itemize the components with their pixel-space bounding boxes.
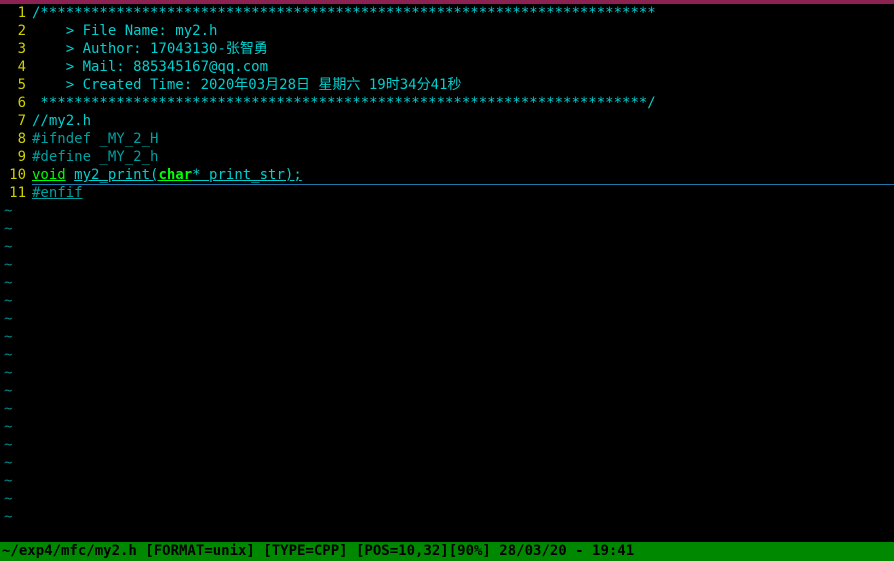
code-token: //my2.h: [32, 113, 91, 129]
code-line[interactable]: 1/**************************************…: [0, 4, 894, 22]
empty-line-tilde: ~: [0, 238, 894, 256]
empty-line-tilde: ~: [0, 472, 894, 490]
code-content[interactable]: #enfif: [32, 184, 894, 202]
empty-line-tilde: ~: [0, 400, 894, 418]
line-number: 11: [0, 184, 32, 202]
code-line[interactable]: 8#ifndef _MY_2_H: [0, 130, 894, 148]
code-token: > Created Time: 2020年03月28日 星期六 19时34分41…: [32, 77, 461, 93]
line-number: 2: [0, 22, 32, 40]
code-token: [66, 167, 74, 183]
empty-line-tilde: ~: [0, 328, 894, 346]
code-token: #ifndef _MY_2_H: [32, 131, 158, 147]
status-line: ~/exp4/mfc/my2.h [FORMAT=unix] [TYPE=CPP…: [0, 542, 894, 561]
empty-line-tilde: ~: [0, 418, 894, 436]
code-token: * print_str);: [192, 167, 302, 183]
code-line[interactable]: 6 **************************************…: [0, 94, 894, 112]
code-line[interactable]: 4 > Mail: 885345167@qq.com: [0, 58, 894, 76]
code-token: #define _MY_2_h: [32, 149, 158, 165]
code-content[interactable]: > Mail: 885345167@qq.com: [32, 58, 894, 76]
empty-line-tilde: ~: [0, 256, 894, 274]
line-number: 9: [0, 148, 32, 166]
code-content[interactable]: //my2.h: [32, 112, 894, 130]
code-token: my2_print(: [74, 167, 158, 183]
line-number: 1: [0, 4, 32, 22]
empty-line-tilde: ~: [0, 364, 894, 382]
empty-line-tilde: ~: [0, 382, 894, 400]
vim-editor[interactable]: 1/**************************************…: [0, 4, 894, 561]
code-token: > Mail: 885345167@qq.com: [32, 59, 276, 75]
code-token: void: [32, 167, 66, 183]
code-content[interactable]: #define _MY_2_h: [32, 148, 894, 166]
line-number: 10: [0, 166, 32, 184]
empty-line-tilde: ~: [0, 292, 894, 310]
line-number: 6: [0, 94, 32, 112]
empty-line-tilde: ~: [0, 490, 894, 508]
code-content[interactable]: #ifndef _MY_2_H: [32, 130, 894, 148]
line-number: 3: [0, 40, 32, 58]
empty-line-tilde: ~: [0, 274, 894, 292]
code-line[interactable]: 9#define _MY_2_h: [0, 148, 894, 166]
code-content[interactable]: > File Name: my2.h: [32, 22, 894, 40]
empty-line-tilde: ~: [0, 454, 894, 472]
empty-line-tilde: ~: [0, 220, 894, 238]
code-line[interactable]: 5 > Created Time: 2020年03月28日 星期六 19时34分…: [0, 76, 894, 94]
code-line[interactable]: 3 > Author: 17043130-张智勇: [0, 40, 894, 58]
code-token: > File Name: my2.h: [32, 23, 217, 39]
code-token: /***************************************…: [32, 5, 656, 21]
line-number: 5: [0, 76, 32, 94]
code-line[interactable]: 7//my2.h: [0, 112, 894, 130]
empty-line-tilde: ~: [0, 508, 894, 526]
code-content[interactable]: void my2_print(char* print_str);: [32, 166, 894, 185]
line-number: 7: [0, 112, 32, 130]
empty-line-tilde: ~: [0, 310, 894, 328]
code-token: #enfif: [32, 185, 83, 201]
empty-line-tilde: ~: [0, 202, 894, 220]
code-token: > Author: 17043130-张智勇: [32, 41, 268, 57]
code-area[interactable]: 1/**************************************…: [0, 4, 894, 542]
code-content[interactable]: ****************************************…: [32, 94, 894, 112]
code-content[interactable]: /***************************************…: [32, 4, 894, 22]
code-token: ****************************************…: [32, 95, 656, 111]
code-line[interactable]: 2 > File Name: my2.h: [0, 22, 894, 40]
code-token: char: [158, 167, 192, 183]
code-content[interactable]: > Created Time: 2020年03月28日 星期六 19时34分41…: [32, 76, 894, 94]
code-line[interactable]: 11#enfif: [0, 184, 894, 202]
line-number: 8: [0, 130, 32, 148]
empty-line-tilde: ~: [0, 436, 894, 454]
code-line[interactable]: 10void my2_print(char* print_str);: [0, 166, 894, 184]
line-number: 4: [0, 58, 32, 76]
code-content[interactable]: > Author: 17043130-张智勇: [32, 40, 894, 58]
empty-line-tilde: ~: [0, 346, 894, 364]
